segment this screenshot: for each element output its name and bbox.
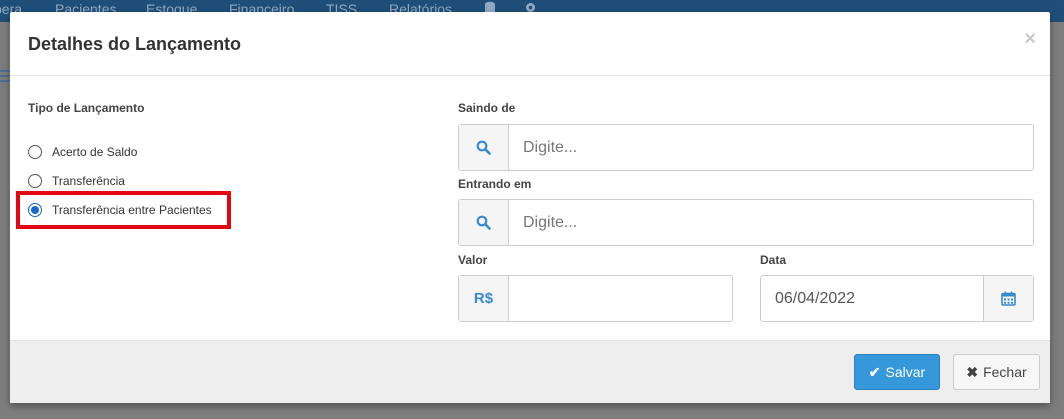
tipo-lancamento-label: Tipo de Lançamento: [28, 101, 145, 115]
save-label: Salvar: [885, 364, 926, 380]
menu-icon[interactable]: [0, 70, 10, 84]
radio-label: Transferência: [52, 174, 125, 188]
close-label: Fechar: [983, 364, 1027, 380]
saindo-de-label: Saindo de: [458, 101, 516, 115]
valor-field[interactable]: R$: [458, 275, 733, 322]
saindo-de-field[interactable]: Digite...: [458, 124, 1034, 171]
radio-label: Acerto de Saldo: [52, 145, 138, 159]
entrando-em-field[interactable]: Digite...: [458, 199, 1034, 246]
radio-acerto-saldo[interactable]: Acerto de Saldo: [28, 143, 137, 161]
data-field[interactable]: 06/04/2022: [760, 275, 1034, 322]
entrando-em-input[interactable]: Digite...: [509, 200, 1033, 245]
save-button[interactable]: ✔ Salvar: [854, 354, 940, 390]
search-icon: [459, 125, 509, 170]
modal-title: Detalhes do Lançamento: [28, 34, 242, 54]
data-input[interactable]: 06/04/2022: [761, 276, 983, 321]
calendar-icon[interactable]: [983, 276, 1033, 321]
radio-button[interactable]: [28, 145, 42, 159]
valor-label: Valor: [458, 253, 488, 267]
close-icon[interactable]: ×: [1024, 28, 1036, 51]
valor-input[interactable]: [509, 276, 732, 321]
entrando-em-label: Entrando em: [458, 177, 532, 191]
check-icon: ✔: [868, 363, 881, 380]
x-icon: ✖: [966, 363, 979, 380]
lancamento-dialog: Detalhes do Lançamento × Tipo de Lançame…: [10, 12, 1050, 403]
selection-highlight-box: [16, 191, 231, 229]
modal-footer: ✔ Salvar ✖ Fechar: [10, 340, 1050, 403]
close-button[interactable]: ✖ Fechar: [953, 354, 1040, 390]
data-label: Data: [760, 253, 787, 267]
currency-prefix: R$: [459, 276, 509, 321]
radio-button[interactable]: [28, 174, 42, 188]
search-icon: [459, 200, 509, 245]
saindo-de-input[interactable]: Digite...: [509, 125, 1033, 170]
modal-header: Detalhes do Lançamento ×: [10, 12, 1050, 76]
radio-transferencia[interactable]: Transferência: [28, 172, 125, 190]
